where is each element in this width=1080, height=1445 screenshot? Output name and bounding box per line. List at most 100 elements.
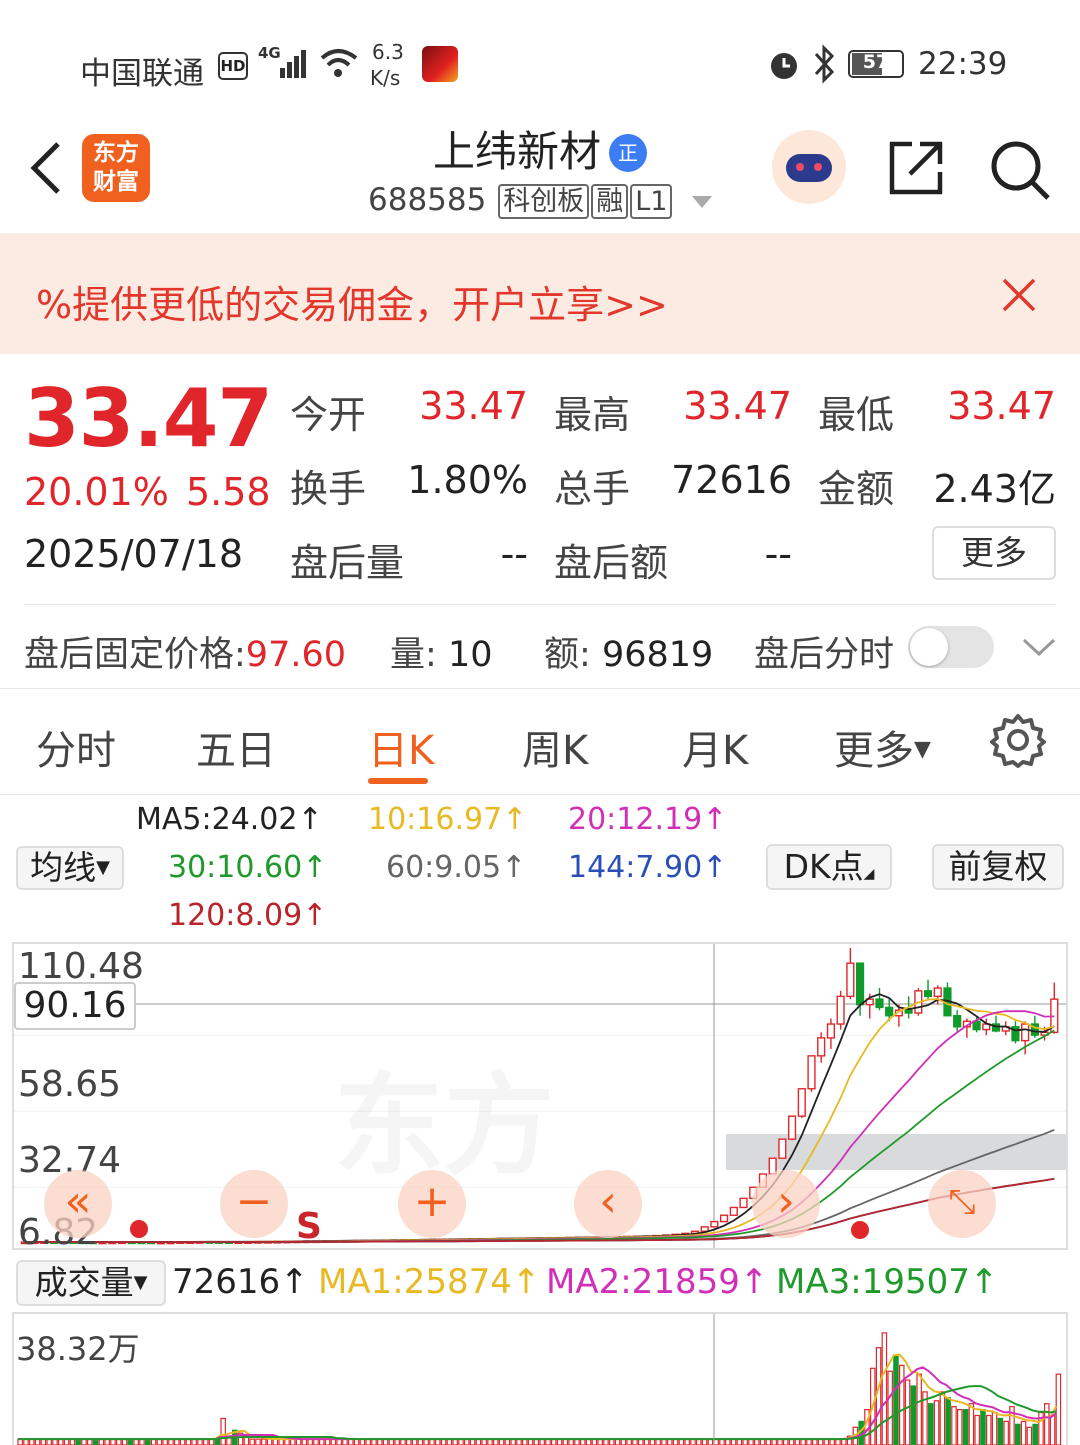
tab-intraday[interactable]: 分时 bbox=[36, 718, 116, 776]
candle-body bbox=[719, 1214, 729, 1223]
expand-chevron-icon[interactable] bbox=[1022, 636, 1056, 658]
volume-bar bbox=[904, 1379, 911, 1445]
high-label: 最高 bbox=[554, 393, 631, 437]
divider bbox=[24, 604, 1056, 605]
after-amt-label: 额: bbox=[544, 635, 591, 675]
volume-ma2: MA2:21859↑ bbox=[546, 1262, 769, 1302]
kline-chart[interactable]: 东方 110.48 90.16 58.65 32.74 6.82 S « − +… bbox=[12, 942, 1068, 1253]
close-icon[interactable] bbox=[1000, 276, 1038, 314]
wifi-icon bbox=[320, 49, 358, 77]
ma60-value: 60:9.05↑ bbox=[386, 850, 527, 885]
hd-icon: HD bbox=[218, 52, 248, 80]
volume-bar bbox=[997, 1417, 1004, 1445]
tab-more[interactable]: 更多▼ bbox=[834, 718, 931, 776]
zoom-out-button[interactable]: − bbox=[220, 1170, 288, 1238]
dk-point-button[interactable]: DK点◢ bbox=[766, 844, 892, 890]
share-icon[interactable] bbox=[886, 138, 946, 198]
candle-body bbox=[817, 1037, 826, 1057]
volume-bar bbox=[985, 1414, 992, 1445]
candle-body bbox=[885, 1006, 894, 1017]
divider bbox=[0, 794, 1080, 795]
promo-text[interactable]: %提供更低的交易佣金，开户立享>> bbox=[36, 274, 668, 329]
ma120-value: 120:8.09↑ bbox=[168, 898, 328, 933]
low-value: 33.47 bbox=[947, 384, 1056, 428]
volume-bar bbox=[956, 1408, 963, 1445]
volume-bar bbox=[255, 1438, 261, 1445]
volume-bar bbox=[968, 1403, 975, 1445]
volume-bar bbox=[1049, 1414, 1056, 1445]
divider bbox=[0, 688, 1080, 689]
scroll-left-button[interactable]: ‹ bbox=[574, 1170, 642, 1238]
scroll-right-button[interactable]: › bbox=[752, 1170, 820, 1238]
turnover-value: 1.80% bbox=[407, 458, 528, 502]
volume-bar bbox=[266, 1438, 273, 1445]
quote-date: 2025/07/18 bbox=[24, 532, 244, 576]
indicator-selector[interactable]: 成交量▼ bbox=[16, 1260, 166, 1306]
current-price: 33.47 bbox=[24, 372, 273, 465]
positive-badge-icon: 正 bbox=[609, 134, 647, 172]
volume-bar bbox=[1043, 1403, 1050, 1445]
buy-signal-dot bbox=[130, 1220, 148, 1238]
ma-selector[interactable]: 均线▼ bbox=[16, 846, 124, 890]
more-button[interactable]: 更多 bbox=[932, 526, 1056, 580]
after-hours-toggle[interactable] bbox=[908, 626, 994, 668]
turnover-label: 换手 bbox=[290, 467, 367, 511]
scroll-left-fast-button[interactable]: « bbox=[44, 1170, 112, 1238]
speed-value: 6.3 bbox=[372, 40, 404, 64]
tab-monthly-k[interactable]: 月K bbox=[682, 718, 748, 776]
caret-down-icon[interactable] bbox=[690, 194, 714, 210]
after-price-value: 97.60 bbox=[245, 635, 346, 675]
battery-level: 57 bbox=[862, 51, 890, 73]
market-tag: 科创板 bbox=[498, 184, 590, 219]
candle-body bbox=[904, 1009, 913, 1014]
carrier-label: 中国联通 bbox=[80, 56, 204, 92]
after-amount-value: -- bbox=[764, 532, 792, 576]
volume-max-label: 38.32万 bbox=[16, 1330, 140, 1368]
margin-tag: 融 bbox=[591, 184, 629, 219]
volume-bar bbox=[951, 1406, 957, 1445]
tab-weekly-k[interactable]: 周K bbox=[522, 718, 588, 776]
candle-body bbox=[710, 1220, 719, 1228]
after-volume-value: -- bbox=[500, 532, 528, 576]
volume-plot[interactable] bbox=[14, 1314, 1066, 1445]
zoom-in-button[interactable]: + bbox=[398, 1170, 466, 1238]
amount-value: 2.43亿 bbox=[933, 467, 1056, 511]
candle-body bbox=[787, 1115, 797, 1140]
assistant-robot-icon[interactable] bbox=[772, 130, 846, 204]
game-app-icon bbox=[422, 46, 458, 82]
bluetooth-icon bbox=[814, 44, 835, 84]
tab-five-day[interactable]: 五日 bbox=[196, 718, 276, 776]
promo-banner[interactable]: %提供更低的交易佣金，开户立享>> bbox=[0, 234, 1080, 354]
volume-bar bbox=[220, 1417, 226, 1445]
volume-bar bbox=[910, 1385, 917, 1445]
y-tick-2: 58.65 bbox=[18, 1064, 122, 1105]
after-vol-label: 量: bbox=[390, 635, 437, 675]
corner-triangle-icon: ◢ bbox=[863, 866, 875, 882]
after-amount-label: 盘后额 bbox=[554, 541, 669, 585]
after-vol-value: 10 bbox=[447, 635, 493, 675]
tab-daily-k[interactable]: 日K bbox=[368, 718, 434, 776]
volume-bar bbox=[875, 1347, 882, 1445]
volume-bar bbox=[249, 1438, 255, 1445]
after-amt-value: 96819 bbox=[601, 635, 714, 675]
volume-ma1: MA1:25874↑ bbox=[318, 1262, 541, 1302]
caret-down-icon: ▼ bbox=[914, 737, 931, 762]
price-adjust-button[interactable]: 前复权 bbox=[932, 844, 1064, 890]
after-volume-label: 盘后量 bbox=[290, 541, 405, 585]
ma30-value: 30:10.60↑ bbox=[168, 850, 328, 885]
stock-subtitle[interactable]: 688585 科创板融 L1 bbox=[368, 182, 714, 219]
y-tick-top: 110.48 bbox=[18, 946, 144, 987]
signal-icon bbox=[280, 50, 306, 78]
stock-header: 东方 财富 上纬新材正 688585 科创板融 L1 bbox=[0, 110, 1080, 234]
volume-bar bbox=[261, 1438, 267, 1445]
candle-body bbox=[739, 1197, 748, 1209]
stock-name: 上纬新材 bbox=[432, 127, 601, 176]
volume-bar bbox=[1055, 1373, 1062, 1445]
fullscreen-icon[interactable]: ⤡ bbox=[928, 1170, 996, 1238]
volume-bar bbox=[991, 1411, 998, 1445]
volume-bar bbox=[887, 1370, 893, 1445]
volume-chart[interactable]: 38.32万 bbox=[12, 1312, 1068, 1445]
settings-gear-icon[interactable] bbox=[990, 712, 1046, 768]
search-icon[interactable] bbox=[988, 138, 1052, 202]
amount-label: 金额 bbox=[818, 467, 895, 511]
